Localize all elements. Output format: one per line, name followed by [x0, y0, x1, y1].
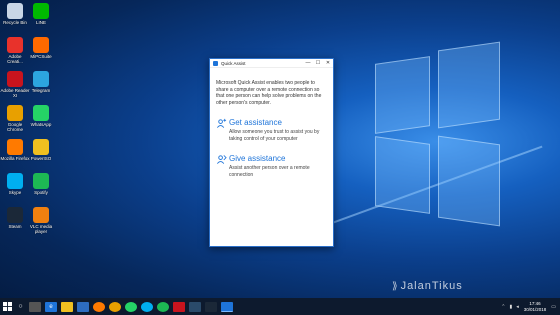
notifications-icon[interactable]: ▭	[551, 304, 556, 310]
quick-assist-window[interactable]: Quick Assist — ☐ ✕ Microsoft Quick Assis…	[209, 58, 334, 247]
start-button[interactable]	[0, 298, 14, 315]
desktop-icon[interactable]: Google Chrome	[2, 105, 28, 139]
telegram-icon	[33, 71, 49, 87]
desktop-icon[interactable]: Adobe Creati...	[2, 37, 28, 71]
windows-start-icon	[2, 302, 12, 311]
window-titlebar[interactable]: Quick Assist — ☐ ✕	[210, 59, 333, 68]
jalantikus-watermark: ⟫ JalanTikus	[392, 280, 463, 292]
desktop-icon[interactable]: Adobe Reader XI	[0, 71, 30, 105]
store-icon[interactable]	[77, 301, 89, 312]
desktop-icon[interactable]: Telegram	[28, 71, 54, 105]
clock-date: 30/01/2018	[523, 306, 547, 312]
search-icon[interactable]: ○	[16, 302, 25, 312]
quick-assist-app-icon	[213, 60, 218, 66]
desktop-icon[interactable]: MiPCSuite	[28, 37, 54, 71]
edge-icon[interactable]: e	[45, 301, 57, 312]
vlc-icon	[33, 207, 49, 223]
maximize-icon[interactable]: ☐	[313, 60, 323, 66]
windows-logo-pane	[438, 41, 500, 129]
give-assistance-option[interactable]: Give assistance Assist another person ov…	[216, 154, 327, 178]
desktop-icon-label: MiPCSuite	[30, 54, 52, 59]
app-taskbar-icon[interactable]	[189, 301, 201, 312]
desktop-icon[interactable]: PowerISO	[28, 139, 54, 173]
give-assistance-description: Assist another person over a remote conn…	[229, 165, 310, 178]
get-assistance-option[interactable]: Get assistance Allow someone you trust t…	[216, 118, 327, 142]
steam-taskbar-icon[interactable]	[205, 301, 217, 312]
desktop-icon[interactable]: Steam	[2, 207, 28, 241]
windows-logo-pane	[375, 136, 430, 214]
close-icon[interactable]: ✕	[323, 60, 333, 66]
jalantikus-logo-icon: ⟫	[392, 280, 398, 292]
quick-assist-taskbar-icon[interactable]	[221, 301, 233, 312]
poweriso-icon	[33, 139, 49, 155]
adobe-creative-cloud-icon	[7, 37, 23, 53]
desktop-icon[interactable]: WhatsApp	[28, 105, 54, 139]
recycle-bin-icon	[7, 3, 23, 19]
skype-taskbar-icon[interactable]	[141, 301, 153, 312]
line-icon	[33, 3, 49, 19]
desktop-icon[interactable]: Skype	[2, 173, 28, 207]
desktop-icon-label: PowerISO	[30, 156, 52, 161]
get-assistance-icon	[217, 118, 227, 128]
desktop-icon-label: WhatsApp	[30, 122, 52, 127]
adobe-taskbar-icon[interactable]	[173, 301, 185, 312]
chrome-taskbar-icon[interactable]	[109, 301, 121, 312]
desktop-icon[interactable]: VLC media player	[28, 207, 54, 241]
window-title: Quick Assist	[221, 60, 246, 66]
steam-icon	[7, 207, 23, 223]
give-assistance-link[interactable]: Give assistance	[229, 154, 327, 163]
desktop-icon[interactable]: Spotify	[28, 173, 54, 207]
windows-logo-pane	[438, 135, 500, 227]
skype-icon	[7, 173, 23, 189]
get-assistance-link[interactable]: Get assistance	[229, 118, 327, 127]
give-assistance-icon	[217, 155, 227, 164]
firefox-icon	[7, 139, 23, 155]
clock[interactable]: 17:46 30/01/2018	[524, 301, 547, 312]
chevron-up-icon[interactable]: ⌃	[501, 304, 505, 310]
adobe-reader-icon	[7, 71, 23, 87]
intro-text: Microsoft Quick Assist enables two peopl…	[216, 80, 322, 106]
spotify-taskbar-icon[interactable]	[157, 301, 169, 312]
desktop-icon-label: Spotify	[34, 190, 48, 195]
whatsapp-taskbar-icon[interactable]	[125, 301, 137, 312]
task-view-icon[interactable]	[29, 301, 41, 312]
file-explorer-icon[interactable]	[61, 301, 73, 312]
network-icon[interactable]: ▮	[509, 304, 512, 310]
desktop-icon[interactable]: Recycle Bin	[2, 3, 28, 37]
volume-icon[interactable]: ◂	[516, 304, 519, 310]
spotify-icon	[33, 173, 49, 189]
get-assistance-description: Allow someone you trust to assist you by…	[229, 129, 320, 142]
whatsapp-icon	[33, 105, 49, 121]
taskbar: ○ e ⌃ ▮ ◂ 17:46 30/01/2018 ▭	[0, 298, 560, 315]
desktop-icon[interactable]: Mozilla Firefox	[0, 139, 30, 173]
firefox-taskbar-icon[interactable]	[93, 301, 105, 312]
desktop-icon-label: LINE	[35, 20, 46, 25]
desktop-icon-label: VLC media player	[29, 224, 53, 234]
chrome-icon	[7, 105, 23, 121]
minimize-icon[interactable]: —	[303, 60, 313, 66]
system-tray: ⌃ ▮ ◂ 17:46 30/01/2018 ▭	[499, 298, 558, 315]
mi-pc-suite-icon	[33, 37, 49, 53]
watermark-text: JalanTikus	[400, 280, 463, 292]
desktop-icon[interactable]: LINE	[28, 3, 54, 37]
windows-logo-pane	[375, 56, 430, 134]
desktop-icon-label: Telegram	[31, 88, 51, 93]
